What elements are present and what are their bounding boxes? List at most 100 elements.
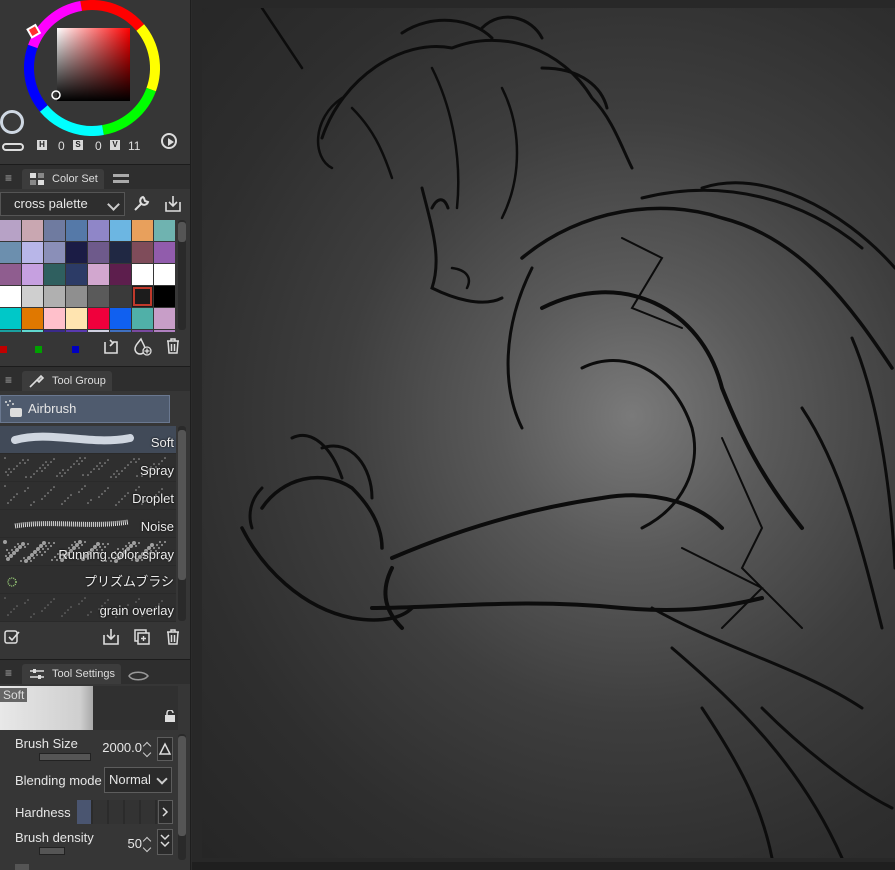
color-swatch[interactable] xyxy=(154,286,175,307)
color-swatch[interactable] xyxy=(0,242,21,263)
brush-density-value[interactable]: 50 xyxy=(110,836,142,851)
trash-icon[interactable] xyxy=(163,336,183,356)
palette-select[interactable]: cross palette xyxy=(0,192,125,216)
brush-size-slider[interactable] xyxy=(39,753,91,761)
density-pressure-icon[interactable] xyxy=(157,829,173,855)
tab-tool-settings[interactable]: Tool Settings xyxy=(22,664,121,684)
color-swatch[interactable] xyxy=(44,286,65,307)
hardness-level-3[interactable] xyxy=(109,800,125,824)
delete-subtool-icon[interactable] xyxy=(163,627,183,647)
color-swatch[interactable] xyxy=(110,330,131,332)
color-swatch[interactable] xyxy=(44,308,65,329)
play-icon[interactable] xyxy=(161,133,177,149)
color-swatch[interactable] xyxy=(44,242,65,263)
color-swatch[interactable] xyxy=(22,330,43,332)
brush-item[interactable]: Noise xyxy=(0,510,176,538)
color-wheel[interactable] xyxy=(20,0,166,136)
color-swatch[interactable] xyxy=(0,220,21,241)
color-swatch[interactable] xyxy=(132,264,153,285)
lock-icon[interactable] xyxy=(164,710,176,722)
color-swatch[interactable] xyxy=(88,330,109,332)
color-swatch[interactable] xyxy=(66,308,87,329)
color-swatch[interactable] xyxy=(132,308,153,329)
brush-density-slider[interactable] xyxy=(39,847,65,855)
brush-list-scroll-thumb[interactable] xyxy=(178,430,186,580)
color-swatch[interactable] xyxy=(88,286,109,307)
brush-size-stepper[interactable] xyxy=(142,739,152,759)
hardness-level-2[interactable] xyxy=(93,800,109,824)
menu-grip-icon[interactable]: ≡ xyxy=(5,171,12,185)
color-swatch[interactable] xyxy=(132,220,153,241)
color-swatch[interactable] xyxy=(66,286,87,307)
color-swatch[interactable] xyxy=(88,264,109,285)
hardness-level-1[interactable] xyxy=(77,800,93,824)
tab-brush-size-icon[interactable] xyxy=(124,667,154,685)
color-swatch[interactable] xyxy=(66,264,87,285)
brush-item[interactable]: プリズムブラシ xyxy=(0,566,176,594)
wrench-icon[interactable] xyxy=(131,194,151,214)
color-swatch[interactable] xyxy=(22,242,43,263)
main-color-swatch[interactable] xyxy=(0,110,24,134)
brush-item[interactable]: Soft xyxy=(0,426,176,454)
hardness-level-5[interactable] xyxy=(141,800,157,824)
color-swatch[interactable] xyxy=(22,308,43,329)
brush-item[interactable]: Spray xyxy=(0,454,176,482)
subtool-settings-icon[interactable] xyxy=(2,627,22,647)
drawing-canvas[interactable] xyxy=(202,8,895,858)
color-swatch[interactable] xyxy=(132,242,153,263)
color-swatch[interactable] xyxy=(0,286,21,307)
brush-item[interactable]: grain overlay xyxy=(0,594,176,622)
brush-size-value[interactable]: 2000.0 xyxy=(96,740,142,755)
brush-item[interactable]: Droplet xyxy=(0,482,176,510)
import-subtool-icon[interactable] xyxy=(101,627,121,647)
tab-tool-group[interactable]: Tool Group xyxy=(22,371,112,391)
color-swatch[interactable] xyxy=(154,308,175,329)
airbrush-group-button[interactable]: Airbrush xyxy=(0,395,170,423)
color-swatch[interactable] xyxy=(88,242,109,263)
pressure-toggle-icon[interactable] xyxy=(157,737,173,761)
add-color-icon[interactable] xyxy=(132,336,152,356)
color-swatch[interactable] xyxy=(44,330,65,332)
color-swatch[interactable] xyxy=(110,286,131,307)
color-swatch[interactable] xyxy=(0,264,21,285)
color-swatch[interactable] xyxy=(154,220,175,241)
color-swatch[interactable] xyxy=(0,308,21,329)
tab-color-set[interactable]: Color Set xyxy=(22,169,104,189)
color-swatch[interactable] xyxy=(110,220,131,241)
color-set-scrollbar[interactable] xyxy=(178,220,186,330)
duplicate-subtool-icon[interactable] xyxy=(132,627,152,647)
color-swatch[interactable] xyxy=(0,330,21,332)
color-set-scroll-thumb[interactable] xyxy=(178,222,186,242)
menu-grip-icon[interactable]: ≡ xyxy=(5,373,12,387)
tool-settings-scrollbar[interactable] xyxy=(178,734,186,860)
checkbox-partial[interactable] xyxy=(15,864,29,870)
color-swatch[interactable] xyxy=(154,264,175,285)
color-swatch[interactable] xyxy=(44,220,65,241)
color-swatch[interactable] xyxy=(88,308,109,329)
color-swatch[interactable] xyxy=(132,286,153,307)
canvas-area[interactable] xyxy=(192,0,895,870)
canvas-horizontal-scrollbar[interactable] xyxy=(192,862,895,870)
tool-settings-scroll-thumb[interactable] xyxy=(178,736,186,836)
color-swatch[interactable] xyxy=(66,220,87,241)
import-icon[interactable] xyxy=(163,194,183,214)
color-swatch[interactable] xyxy=(44,264,65,285)
color-swatch[interactable] xyxy=(66,242,87,263)
color-swatch[interactable] xyxy=(22,220,43,241)
hardness-level-4[interactable] xyxy=(125,800,141,824)
color-swatch[interactable] xyxy=(132,330,153,332)
replace-color-icon[interactable] xyxy=(101,336,121,356)
hardness-selector[interactable] xyxy=(77,800,157,824)
color-swatch[interactable] xyxy=(66,330,87,332)
color-swatch-grid[interactable] xyxy=(0,220,176,332)
blending-mode-select[interactable]: Normal xyxy=(104,767,172,793)
menu-grip-icon[interactable]: ≡ xyxy=(5,666,12,680)
brush-list-scrollbar[interactable] xyxy=(178,426,186,621)
brush-density-stepper[interactable] xyxy=(142,834,152,854)
color-swatch[interactable] xyxy=(110,308,131,329)
brush-item[interactable]: Running color spray xyxy=(0,538,176,566)
color-swatch[interactable] xyxy=(110,242,131,263)
color-swatch[interactable] xyxy=(88,220,109,241)
color-swatch[interactable] xyxy=(110,264,131,285)
color-swatch[interactable] xyxy=(154,330,175,332)
